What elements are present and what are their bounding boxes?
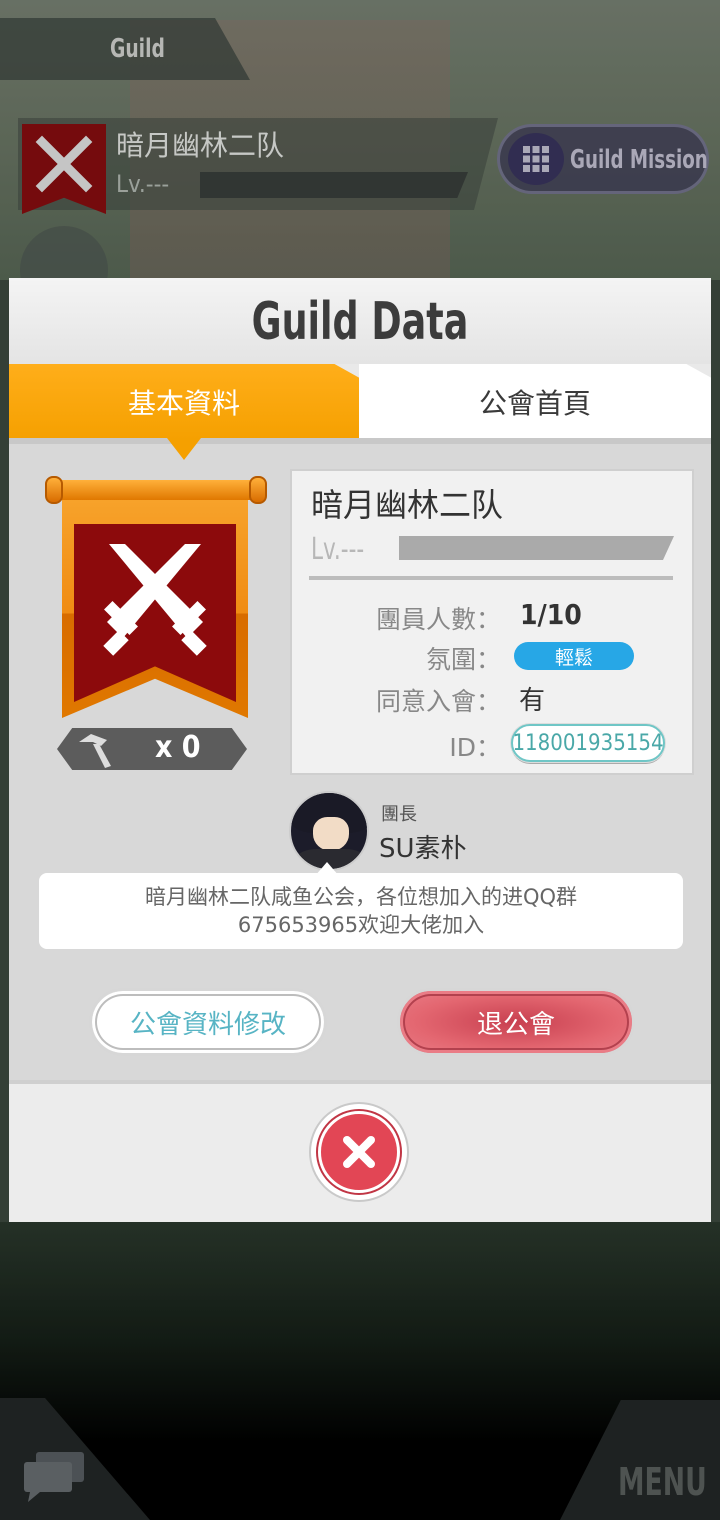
hammer-count: x 0: [155, 730, 201, 765]
leave-guild-label: 退公會: [476, 1009, 555, 1040]
description-line-2: 675653965欢迎大佬加入: [237, 913, 485, 937]
guild-description: 暗月幽林二队咸鱼公会，各位想加入的进QQ群 675653965欢迎大佬加入: [39, 873, 683, 949]
guild-level: Lv.---: [311, 532, 365, 567]
avatar[interactable]: [289, 791, 369, 871]
members-label: 團員人數：: [375, 605, 501, 634]
guild-id-value[interactable]: 118001935154: [511, 724, 665, 762]
description-line-1: 暗月幽林二队咸鱼公会，各位想加入的进QQ群: [144, 885, 578, 909]
guild-id-label: ID：: [449, 733, 501, 762]
approval-value: 有: [519, 686, 546, 716]
leader-name: SU素朴: [379, 834, 467, 864]
banner-rod: [45, 476, 267, 504]
members-value: 1/10: [520, 598, 582, 631]
leave-guild-button[interactable]: 退公會: [397, 988, 635, 1056]
hammer-icon: [79, 734, 111, 768]
tab-guild-home-label: 公會首頁: [478, 387, 591, 420]
swords-icon: [103, 544, 207, 656]
atmosphere-badge: 輕鬆: [514, 642, 634, 670]
close-icon: [343, 1136, 375, 1168]
tab-basic-info[interactable]: 基本資料: [9, 364, 359, 440]
guild-data-dialog: Guild Data 基本資料 公會首頁 x 0 暗月幽林二队 Lv.--- 團…: [9, 278, 711, 1222]
leader-role-label: 團長: [381, 804, 417, 825]
tab-basic-info-label: 基本資料: [127, 387, 240, 420]
tab-guild-home[interactable]: 公會首頁: [359, 364, 711, 440]
edit-guild-data-button[interactable]: 公會資料修改: [89, 988, 327, 1056]
dialog-title: Guild Data: [251, 292, 469, 352]
guild-level-bar: [399, 536, 674, 560]
close-button[interactable]: [309, 1102, 409, 1202]
guild-name: 暗月幽林二队: [311, 486, 504, 524]
edit-guild-data-label: 公會資料修改: [129, 1009, 286, 1040]
atmosphere-label: 氛圍：: [425, 645, 501, 674]
approval-label: 同意入會：: [375, 687, 501, 716]
info-divider: [309, 576, 673, 580]
